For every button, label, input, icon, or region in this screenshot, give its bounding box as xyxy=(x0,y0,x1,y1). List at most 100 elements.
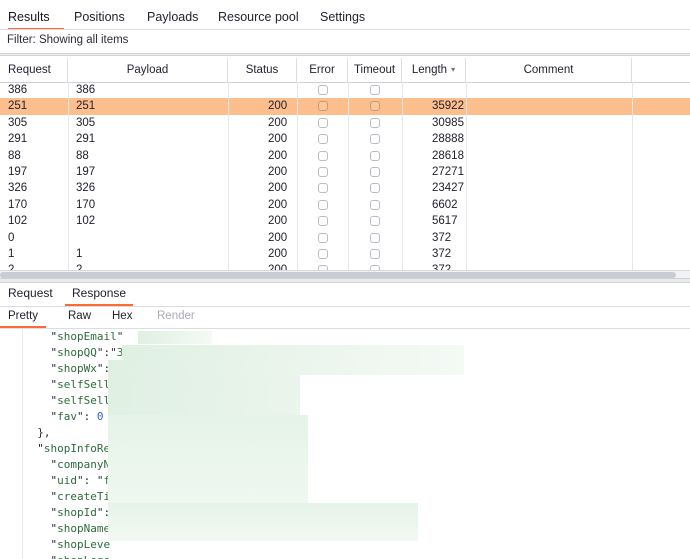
message-tab-request[interactable]: Request xyxy=(8,283,53,306)
cell-comment xyxy=(466,82,632,98)
tab-label: Resource pool xyxy=(218,10,299,24)
cell-status: 200 xyxy=(228,262,297,270)
table-row[interactable]: 386 386 xyxy=(0,82,690,98)
json-separator: ": xyxy=(96,362,111,375)
cell-payload: 386 xyxy=(76,84,96,96)
cell-length: 28618 xyxy=(432,149,464,162)
timeout-checkbox[interactable] xyxy=(370,85,380,95)
cell-length xyxy=(402,82,466,98)
cell-payload: 291 xyxy=(76,133,96,146)
json-value: 0 xyxy=(96,410,104,423)
column-header-timeout[interactable]: Timeout xyxy=(348,58,402,82)
column-header-status[interactable]: Status xyxy=(228,58,297,82)
table-row[interactable]: 326 326 200 23427 xyxy=(0,180,690,196)
results-table-header[interactable]: Request Payload Status Error Timeout Length ▾ C… xyxy=(0,58,690,83)
json-line: "createTi xyxy=(24,489,690,505)
tab-label: Payloads xyxy=(147,10,199,24)
view-tab-label: Pretty xyxy=(8,310,39,322)
error-checkbox[interactable] xyxy=(317,216,328,227)
results-horizontal-scrollbar[interactable] xyxy=(0,270,690,278)
json-key: selfSell xyxy=(57,378,111,391)
results-table-body[interactable]: 386 386 251 251 200 35922 305 305 200 30985 291 291… xyxy=(0,82,690,270)
timeout-checkbox[interactable] xyxy=(370,249,380,259)
error-checkbox[interactable] xyxy=(317,85,328,95)
tab-resource-pool[interactable]: Resource pool xyxy=(218,5,308,30)
json-line: "uid": "f4 xyxy=(24,473,690,489)
table-row[interactable]: 22200372 xyxy=(0,262,690,270)
column-header-label: Comment xyxy=(523,64,574,76)
message-tab-response[interactable]: Response xyxy=(65,283,134,306)
json-separator: ": xyxy=(77,410,97,423)
cell-payload: 88 xyxy=(76,149,89,162)
table-row[interactable]: 291 291 200 28888 xyxy=(0,131,690,147)
tab-results[interactable]: Results xyxy=(8,5,64,30)
cell-request: 305 xyxy=(8,116,28,129)
error-checkbox[interactable] xyxy=(317,183,328,194)
tab-settings[interactable]: Settings xyxy=(320,5,376,30)
column-header-label: Timeout xyxy=(353,64,396,76)
error-checkbox[interactable] xyxy=(317,232,328,243)
error-checkbox[interactable] xyxy=(317,134,328,145)
json-key: createTi xyxy=(57,490,111,503)
timeout-checkbox[interactable] xyxy=(370,232,380,243)
cell-comment xyxy=(466,131,632,147)
error-checkbox[interactable] xyxy=(317,150,328,161)
response-viewer[interactable]: "shopEmail":"37"@qq.com", "shopQQ":"3761… xyxy=(0,329,690,559)
cell-comment xyxy=(466,197,632,213)
json-separator: ": xyxy=(96,506,117,519)
tab-payloads[interactable]: Payloads xyxy=(147,5,207,30)
cell-payload: 2 xyxy=(68,262,228,270)
table-row[interactable]: 102 102 200 5617 xyxy=(0,213,690,229)
filter-label: Filter: Showing all items xyxy=(7,34,129,46)
response-json-code[interactable]: "shopEmail":"37"@qq.com", "shopQQ":"3761… xyxy=(24,329,690,559)
cell-length: 372 xyxy=(432,231,452,244)
error-checkbox[interactable] xyxy=(317,117,328,128)
table-row[interactable]: 197 197 200 27271 xyxy=(0,164,690,180)
error-checkbox[interactable] xyxy=(317,249,328,259)
timeout-checkbox[interactable] xyxy=(370,134,380,145)
error-checkbox[interactable] xyxy=(317,199,328,210)
table-row[interactable]: 88 88 200 28618 xyxy=(0,148,690,164)
view-tab-hex[interactable]: Hex xyxy=(112,307,132,328)
cell-length: 6602 xyxy=(432,198,458,211)
table-row[interactable]: 0 200 372 xyxy=(0,230,690,246)
timeout-checkbox[interactable] xyxy=(370,216,380,227)
cell-length: 27271 xyxy=(432,166,464,178)
json-separator: }, xyxy=(37,426,51,439)
timeout-checkbox[interactable] xyxy=(370,199,380,210)
column-header-request[interactable]: Request xyxy=(0,58,68,82)
cell-comment xyxy=(466,115,632,131)
cell-length: 35922 xyxy=(432,100,464,113)
timeout-checkbox[interactable] xyxy=(370,117,380,128)
view-tab-label: Hex xyxy=(112,310,133,322)
column-header-payload[interactable]: Payload xyxy=(68,58,228,82)
error-checkbox[interactable] xyxy=(317,167,328,177)
view-tab-render[interactable]: Render xyxy=(157,307,195,328)
table-row[interactable]: 305 305 200 30985 xyxy=(0,115,690,131)
timeout-checkbox[interactable] xyxy=(370,150,380,161)
cell-comment xyxy=(466,230,632,246)
table-row[interactable]: 170 170 200 6602 xyxy=(0,197,690,213)
cell-payload: 197 xyxy=(76,166,96,178)
timeout-checkbox[interactable] xyxy=(370,167,380,177)
column-header-spare[interactable] xyxy=(632,58,690,82)
table-row[interactable]: 1 1 200 372 xyxy=(0,246,690,262)
json-key: shopLeve xyxy=(57,538,111,551)
timeout-checkbox[interactable] xyxy=(370,101,380,112)
column-header-error[interactable]: Error xyxy=(297,58,348,82)
view-tab-raw[interactable]: Raw xyxy=(68,307,91,328)
filter-bar[interactable]: Filter: Showing all items xyxy=(0,30,690,53)
tab-positions[interactable]: Positions xyxy=(74,5,136,30)
json-separator: ": " xyxy=(77,474,104,487)
column-header-comment[interactable]: Comment xyxy=(466,58,632,82)
timeout-checkbox[interactable] xyxy=(370,183,380,194)
table-row[interactable]: 251 251 200 35922 xyxy=(0,98,690,115)
view-tab-label: Render xyxy=(157,310,195,322)
results-table[interactable]: Request Payload Status Error Timeout Length ▾ C… xyxy=(0,58,690,278)
column-header-length[interactable]: Length ▾ xyxy=(402,58,466,82)
error-checkbox[interactable] xyxy=(317,101,328,112)
view-tab-pretty[interactable]: Pretty xyxy=(0,307,47,328)
